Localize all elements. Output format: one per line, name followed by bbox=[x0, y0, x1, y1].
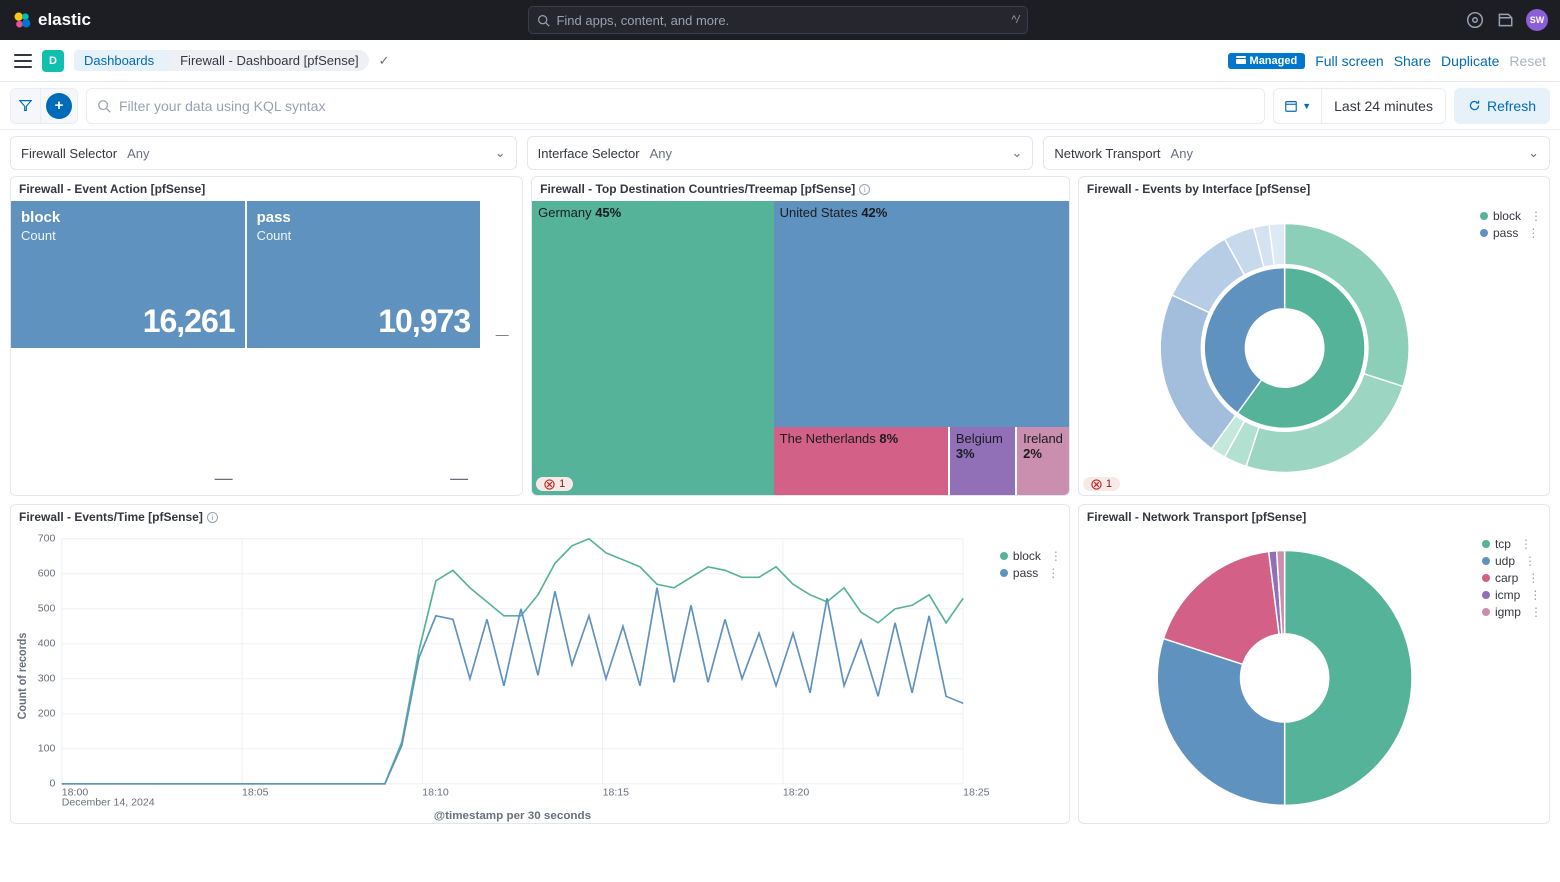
legend: block⋮pass⋮ bbox=[1480, 209, 1541, 240]
svg-text:18:20: 18:20 bbox=[783, 788, 810, 799]
search-icon bbox=[537, 14, 550, 27]
time-picker[interactable]: ▼ Last 24 minutes bbox=[1273, 88, 1446, 124]
chevron-down-icon: ▼ bbox=[1302, 101, 1311, 111]
metric-overflow: — bbox=[482, 201, 522, 348]
control-label: Firewall Selector bbox=[21, 146, 117, 161]
share-button[interactable]: Share bbox=[1394, 53, 1431, 69]
panel-title-text: Firewall - Events/Time [pfSense] bbox=[19, 510, 203, 524]
nav-toggle-icon[interactable] bbox=[14, 54, 32, 68]
empty-tile: — bbox=[11, 348, 247, 495]
managed-icon bbox=[1236, 56, 1246, 66]
managed-badge: Managed bbox=[1228, 53, 1306, 69]
panel-treemap: Firewall - Top Destination Countries/Tre… bbox=[531, 176, 1070, 496]
kql-placeholder: Filter your data using KQL syntax bbox=[119, 98, 325, 114]
global-header: elastic Find apps, content, and more. ^/… bbox=[0, 0, 1560, 40]
svg-text:400: 400 bbox=[38, 639, 56, 650]
panel-network-transport: Firewall - Network Transport [pfSense] t… bbox=[1078, 504, 1550, 824]
breadcrumb-current: Firewall - Dashboard [pfSense] bbox=[164, 50, 368, 71]
svg-text:200: 200 bbox=[38, 709, 56, 720]
saved-check-icon: ✓ bbox=[379, 53, 390, 69]
svg-text:18:05: 18:05 bbox=[242, 788, 269, 799]
svg-text:18:15: 18:15 bbox=[603, 788, 630, 799]
svg-text:500: 500 bbox=[38, 604, 56, 615]
svg-text:600: 600 bbox=[38, 569, 56, 580]
time-range-text: Last 24 minutes bbox=[1322, 98, 1445, 114]
control-label: Network Transport bbox=[1054, 146, 1160, 161]
panel-title-text: Firewall - Top Destination Countries/Tre… bbox=[540, 182, 855, 196]
panel-title-text: Firewall - Network Transport [pfSense] bbox=[1087, 510, 1306, 524]
control-interface-selector[interactable]: Interface Selector Any ⌄ bbox=[527, 136, 1034, 170]
control-network-transport[interactable]: Network Transport Any ⌄ bbox=[1043, 136, 1550, 170]
svg-text:0: 0 bbox=[50, 779, 56, 790]
panel-title-text: Firewall - Events by Interface [pfSense] bbox=[1087, 182, 1310, 196]
empty-tile: — bbox=[247, 348, 483, 495]
chevron-down-icon: ⌄ bbox=[1011, 145, 1022, 161]
svg-text:Count of records: Count of records bbox=[16, 633, 28, 720]
fullscreen-button[interactable]: Full screen bbox=[1315, 53, 1383, 69]
legend: tcp⋮udp⋮carp⋮icmp⋮igmp⋮ bbox=[1482, 537, 1541, 619]
donut-chart-interface[interactable] bbox=[1079, 201, 1549, 495]
brand-name: elastic bbox=[38, 10, 91, 30]
legend: block⋮pass⋮ bbox=[1000, 549, 1061, 580]
info-icon[interactable]: i bbox=[207, 512, 218, 523]
svg-text:300: 300 bbox=[38, 674, 56, 685]
calendar-icon[interactable]: ▼ bbox=[1274, 89, 1322, 123]
breadcrumb-bar: D Dashboards Firewall - Dashboard [pfSen… bbox=[0, 40, 1560, 82]
elastic-logo-icon bbox=[12, 10, 32, 30]
breadcrumb-dashboards[interactable]: Dashboards bbox=[74, 50, 164, 71]
refresh-button[interactable]: Refresh bbox=[1454, 88, 1550, 124]
chevron-down-icon: ⌄ bbox=[495, 145, 506, 161]
control-value: Any bbox=[650, 146, 1012, 161]
svg-text:@timestamp per 30 seconds: @timestamp per 30 seconds bbox=[434, 810, 591, 822]
svg-text:18:25: 18:25 bbox=[963, 788, 990, 799]
control-value: Any bbox=[127, 146, 495, 161]
line-chart[interactable]: 010020030040050060070018:0018:0518:1018:… bbox=[11, 529, 1069, 823]
metric-tile-block[interactable]: block Count 16,261 bbox=[11, 201, 247, 348]
svg-text:December 14, 2024: December 14, 2024 bbox=[62, 798, 155, 809]
panel-event-action: Firewall - Event Action [pfSense] block … bbox=[10, 176, 523, 496]
panel-title-text: Firewall - Event Action [pfSense] bbox=[19, 182, 205, 196]
filter-icon[interactable] bbox=[11, 89, 41, 123]
elastic-logo[interactable]: elastic bbox=[12, 10, 91, 30]
user-avatar[interactable]: SW bbox=[1526, 9, 1548, 31]
global-search[interactable]: Find apps, content, and more. ^/ bbox=[528, 6, 1028, 34]
search-placeholder: Find apps, content, and more. bbox=[556, 13, 729, 28]
newsfeed-icon[interactable] bbox=[1496, 11, 1514, 29]
filter-bar: + Filter your data using KQL syntax ▼ La… bbox=[0, 82, 1560, 130]
dashboard-controls: Firewall Selector Any ⌄ Interface Select… bbox=[0, 130, 1560, 176]
svg-text:100: 100 bbox=[38, 744, 56, 755]
avatar-initials: SW bbox=[1530, 15, 1545, 25]
duplicate-button[interactable]: Duplicate bbox=[1441, 53, 1499, 69]
info-icon[interactable]: i bbox=[859, 184, 870, 195]
metric-tile-pass[interactable]: pass Count 10,973 bbox=[247, 201, 483, 348]
search-shortcut: ^/ bbox=[1011, 14, 1019, 26]
panel-events-by-interface: Firewall - Events by Interface [pfSense]… bbox=[1078, 176, 1550, 496]
panel-events-time: Firewall - Events/Time [pfSense] i 0 100 2… bbox=[10, 504, 1070, 824]
reset-button[interactable]: Reset bbox=[1509, 53, 1546, 69]
chevron-down-icon: ⌄ bbox=[1528, 145, 1539, 161]
donut-chart-transport[interactable] bbox=[1079, 529, 1549, 823]
help-icon[interactable] bbox=[1466, 11, 1484, 29]
treemap-chart[interactable]: Germany 45%United States 42%The Netherla… bbox=[532, 201, 1069, 495]
control-label: Interface Selector bbox=[538, 146, 640, 161]
dashboard-grid: Firewall - Event Action [pfSense] block … bbox=[0, 176, 1560, 834]
svg-text:18:10: 18:10 bbox=[422, 788, 449, 799]
error-badge[interactable]: 1 bbox=[1083, 477, 1120, 491]
refresh-icon bbox=[1468, 99, 1481, 112]
control-firewall-selector[interactable]: Firewall Selector Any ⌄ bbox=[10, 136, 517, 170]
kql-input[interactable]: Filter your data using KQL syntax bbox=[86, 88, 1265, 124]
svg-text:700: 700 bbox=[38, 534, 56, 545]
search-icon bbox=[97, 99, 111, 113]
app-badge[interactable]: D bbox=[42, 50, 64, 72]
error-badge[interactable]: 1 bbox=[536, 477, 573, 491]
control-value: Any bbox=[1171, 146, 1529, 161]
add-filter-button[interactable]: + bbox=[46, 93, 72, 119]
